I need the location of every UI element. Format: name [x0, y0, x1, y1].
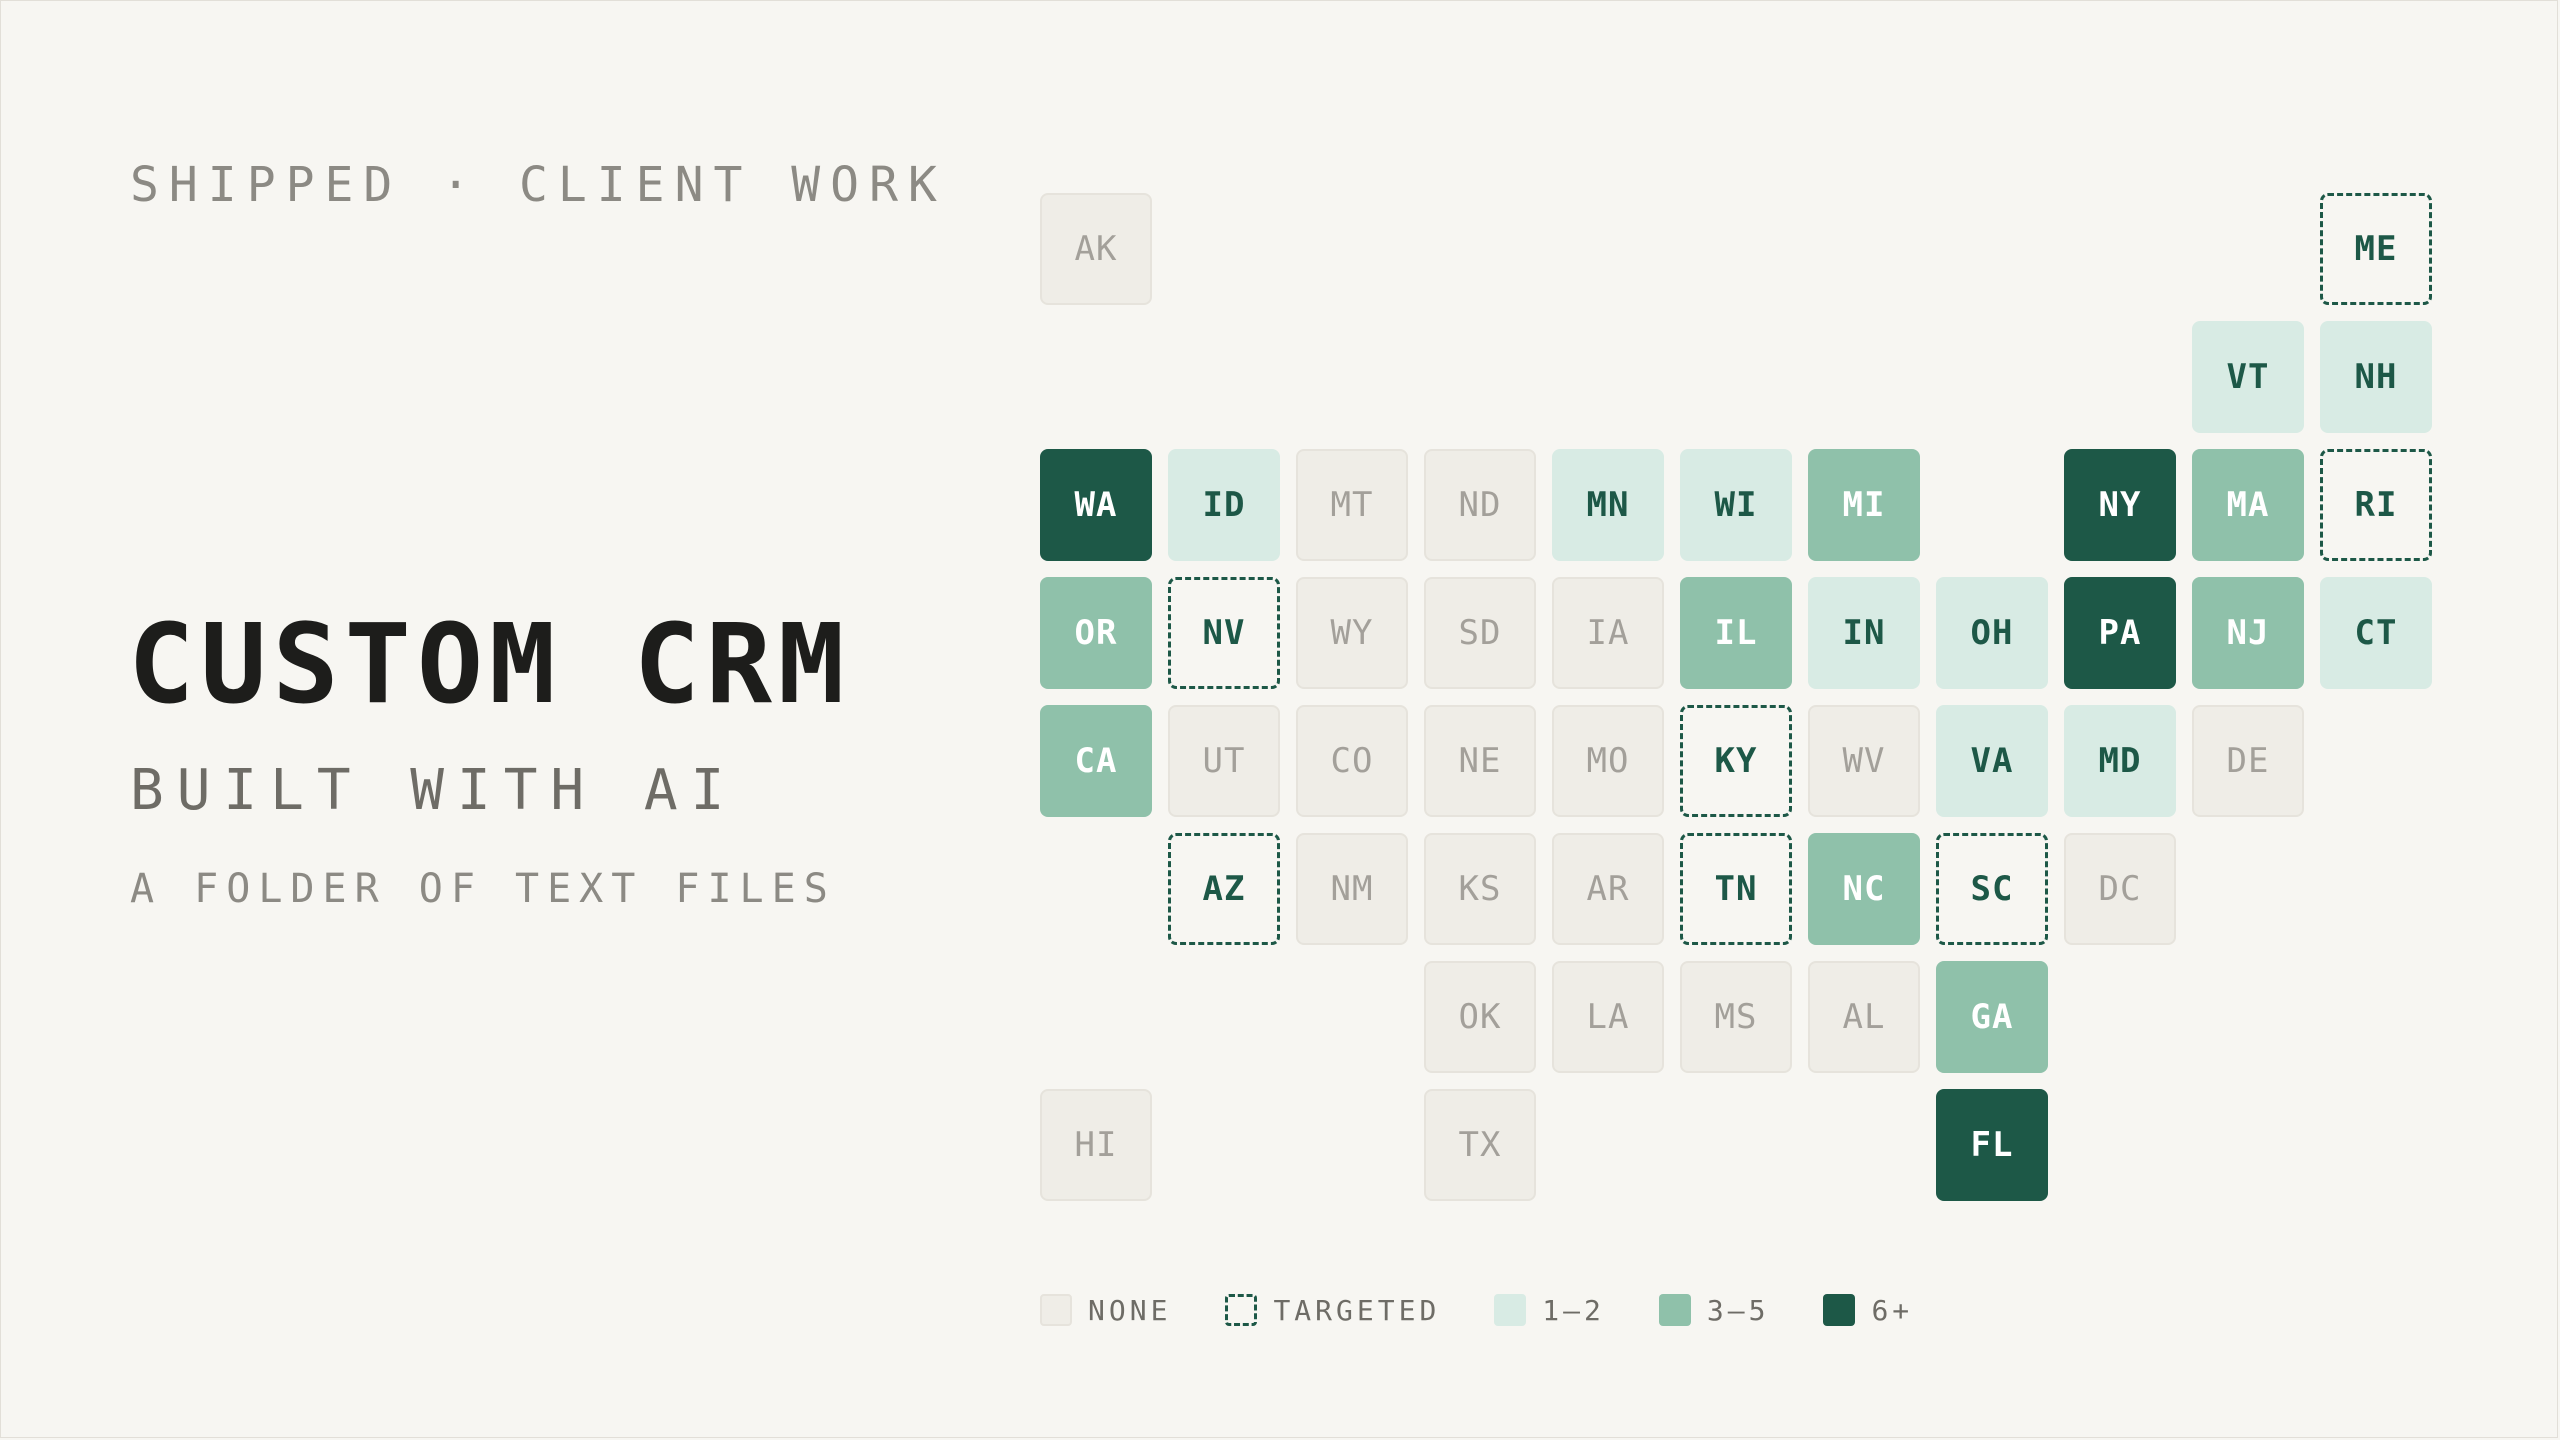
- state-tile-or: OR: [1040, 577, 1152, 689]
- state-tile-id: ID: [1168, 449, 1280, 561]
- state-tile-la: LA: [1552, 961, 1664, 1073]
- legend-swatch-mid: [1658, 1294, 1691, 1326]
- state-tile-nh: NH: [2320, 321, 2432, 433]
- state-tile-de: DE: [2192, 705, 2304, 817]
- state-tile-md: MD: [2064, 705, 2176, 817]
- state-tile-vt: VT: [2192, 321, 2304, 433]
- state-tile-nc: NC: [1808, 833, 1920, 945]
- state-tile-ks: KS: [1424, 833, 1536, 945]
- legend-swatch-none: [1040, 1294, 1072, 1326]
- state-tile-mo: MO: [1552, 705, 1664, 817]
- legend-swatch-high: [1823, 1294, 1856, 1326]
- legend-item-high: 6+: [1823, 1294, 1913, 1327]
- state-tile-ct: CT: [2320, 577, 2432, 689]
- state-tile-fl: FL: [1936, 1089, 2048, 1201]
- state-tile-sc: SC: [1936, 833, 2048, 945]
- legend-label: TARGETED: [1273, 1293, 1441, 1327]
- state-tile-wy: WY: [1296, 577, 1408, 689]
- state-tile-mi: MI: [1808, 449, 1920, 561]
- tagline: A FOLDER OF TEXT FILES: [130, 866, 836, 912]
- state-tile-nd: ND: [1424, 449, 1536, 561]
- state-tile-wa: WA: [1040, 449, 1152, 561]
- legend-label: 6+: [1871, 1293, 1914, 1327]
- legend-label: 1–2: [1542, 1293, 1605, 1327]
- state-tile-ny: NY: [2064, 449, 2176, 561]
- legend-item-targeted: TARGETED: [1225, 1294, 1440, 1327]
- state-tile-dc: DC: [2064, 833, 2176, 945]
- legend-item-low: 1–2: [1494, 1294, 1605, 1327]
- state-tile-nv: NV: [1168, 577, 1280, 689]
- state-tile-ca: CA: [1040, 705, 1152, 817]
- state-tile-co: CO: [1296, 705, 1408, 817]
- state-tile-ky: KY: [1680, 705, 1792, 817]
- state-tile-oh: OH: [1936, 577, 2048, 689]
- state-tile-ar: AR: [1552, 833, 1664, 945]
- state-tile-hi: HI: [1040, 1089, 1152, 1201]
- state-tile-nm: NM: [1296, 833, 1408, 945]
- state-tile-pa: PA: [2064, 577, 2176, 689]
- kicker-text: SHIPPED · CLIENT WORK: [130, 157, 947, 213]
- state-tile-al: AL: [1808, 961, 1920, 1073]
- state-tile-mn: MN: [1552, 449, 1664, 561]
- legend-label: NONE: [1088, 1293, 1172, 1327]
- subtitle: BUILT WITH AI: [130, 758, 738, 823]
- state-tile-az: AZ: [1168, 833, 1280, 945]
- legend: NONE TARGETED 1–2 3–5 6+: [1040, 1292, 1967, 1328]
- state-tile-il: IL: [1680, 577, 1792, 689]
- state-tile-wv: WV: [1808, 705, 1920, 817]
- legend-item-mid: 3–5: [1658, 1293, 1770, 1327]
- legend-label: 3–5: [1706, 1293, 1770, 1327]
- state-tile-ne: NE: [1424, 705, 1536, 817]
- state-tile-ri: RI: [2320, 449, 2432, 561]
- state-tile-ms: MS: [1680, 961, 1792, 1073]
- state-tile-sd: SD: [1424, 577, 1536, 689]
- state-tile-va: VA: [1936, 705, 2048, 817]
- state-tile-tx: TX: [1424, 1089, 1536, 1201]
- state-tile-ga: GA: [1936, 961, 2048, 1073]
- state-tile-in: IN: [1808, 577, 1920, 689]
- state-tile-ut: UT: [1168, 705, 1280, 817]
- state-tile-map: AK ME VT NH WA ID MT ND MN WI MI NY MA RI OR NV WY SD IA IL…: [1040, 193, 2432, 1201]
- page-title: CUSTOM CRM: [128, 600, 851, 728]
- state-tile-tn: TN: [1680, 833, 1792, 945]
- state-tile-wi: WI: [1680, 449, 1792, 561]
- state-tile-nj: NJ: [2192, 577, 2304, 689]
- state-tile-ia: IA: [1552, 577, 1664, 689]
- state-tile-me: ME: [2320, 193, 2432, 305]
- legend-swatch-low: [1494, 1294, 1527, 1326]
- legend-item-none: NONE: [1040, 1294, 1171, 1327]
- state-tile-mt: MT: [1296, 449, 1408, 561]
- legend-swatch-targeted: [1225, 1294, 1258, 1326]
- state-tile-ma: MA: [2192, 449, 2304, 561]
- state-tile-ak: AK: [1040, 193, 1152, 305]
- state-tile-ok: OK: [1424, 961, 1536, 1073]
